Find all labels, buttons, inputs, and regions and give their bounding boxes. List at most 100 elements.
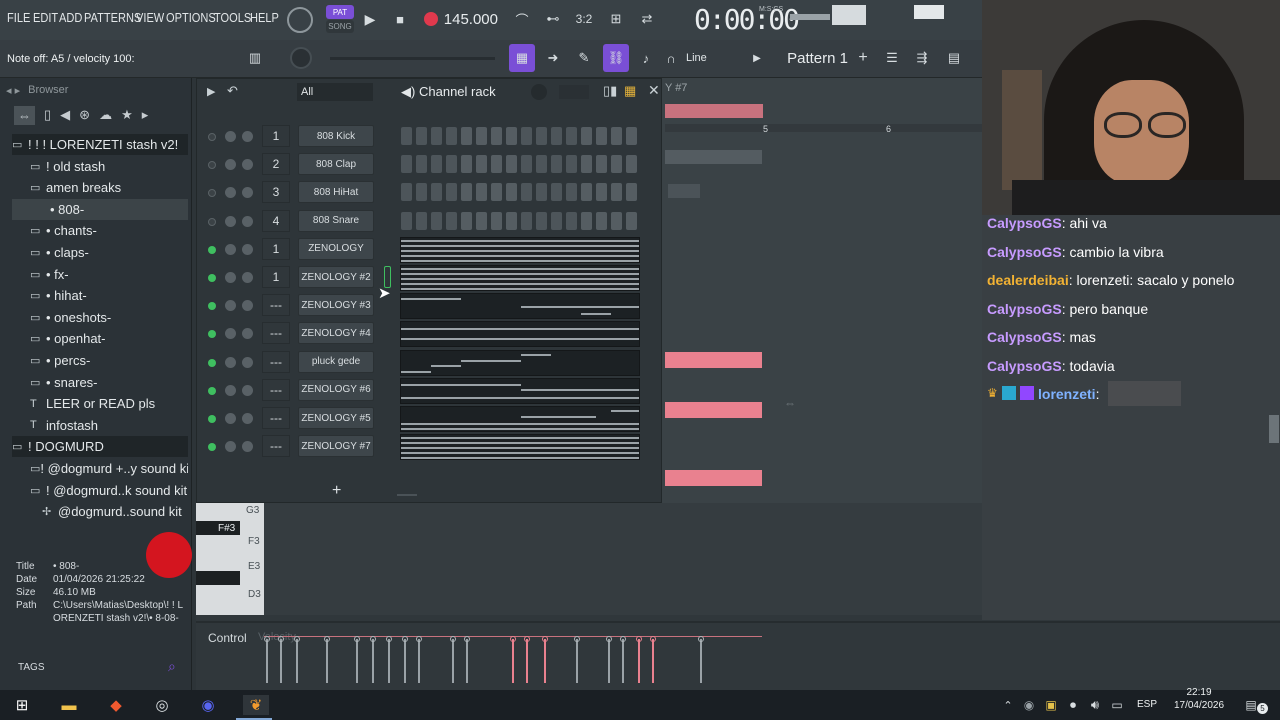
channel-pan-knob[interactable] xyxy=(225,441,236,453)
velocity-bar[interactable] xyxy=(452,639,454,683)
channel-name-button[interactable]: ZENOLOGY #6 xyxy=(298,378,374,401)
step-button[interactable] xyxy=(401,155,412,174)
channel-volume-knob[interactable] xyxy=(242,384,253,396)
channel-row[interactable]: --- ZENOLOGY #4 xyxy=(197,320,663,348)
channel-row[interactable]: 4 808 Snare xyxy=(197,208,663,236)
step-button[interactable] xyxy=(401,127,412,145)
metronome-icon[interactable]: ⌒ xyxy=(510,9,534,29)
browser-item[interactable]: ▭ • percs- xyxy=(12,350,188,371)
playlist-clip-small[interactable] xyxy=(668,184,700,198)
step-button[interactable] xyxy=(431,155,442,174)
step-button[interactable] xyxy=(416,127,427,145)
channel-mute-led[interactable] xyxy=(208,415,216,423)
channel-mute-led[interactable] xyxy=(208,386,216,395)
browser-item[interactable]: ▭ • hihat- xyxy=(12,285,188,306)
channel-mixer-track[interactable]: 1 xyxy=(262,266,290,288)
step-button[interactable] xyxy=(566,211,577,230)
step-button[interactable] xyxy=(401,183,412,202)
step-button[interactable] xyxy=(461,183,472,202)
countdown-icon[interactable]: 3:2 xyxy=(572,9,596,29)
velocity-bar[interactable] xyxy=(544,639,546,683)
step-button[interactable] xyxy=(536,155,547,174)
step-button[interactable] xyxy=(431,211,442,230)
step-button[interactable] xyxy=(551,127,562,145)
step-button[interactable] xyxy=(581,183,592,202)
velocity-bar[interactable] xyxy=(356,639,358,683)
menu-patterns[interactable]: PATTERNS xyxy=(84,10,141,25)
velocity-handle[interactable] xyxy=(278,636,284,642)
playlist-clip-gray[interactable] xyxy=(665,150,762,164)
chat-username[interactable]: CalypsoGS xyxy=(987,215,1062,231)
stop-button[interactable]: ■ xyxy=(390,9,410,29)
pencil-icon[interactable]: ✎ xyxy=(573,46,595,70)
channel-row[interactable]: --- ZENOLOGY #5 xyxy=(197,405,663,433)
browser-item[interactable]: T LEER or READ pls xyxy=(12,393,188,414)
channel-mixer-track[interactable]: 1 xyxy=(262,237,290,260)
pattern-prev-icon[interactable]: ▶ xyxy=(748,49,766,67)
channel-pan-knob[interactable] xyxy=(225,215,236,227)
velocity-bar[interactable] xyxy=(296,639,298,683)
channel-name-button[interactable]: ZENOLOGY #7 xyxy=(298,435,374,458)
menu-add[interactable]: ADD xyxy=(59,10,82,25)
channel-mixer-track[interactable]: --- xyxy=(262,350,290,373)
step-button[interactable] xyxy=(521,127,532,145)
channel-row[interactable]: --- ZENOLOGY #3 xyxy=(197,292,663,320)
pattern-select[interactable]: Pattern 1 xyxy=(768,47,848,69)
arrow-right-icon[interactable]: ➜ xyxy=(542,46,564,70)
step-button[interactable] xyxy=(536,183,547,202)
step-button[interactable] xyxy=(551,183,562,202)
mixer-icon[interactable]: ▤ xyxy=(942,47,966,69)
channel-mixer-track[interactable]: 4 xyxy=(262,209,290,232)
fl-studio-icon[interactable]: ❦ xyxy=(243,695,269,715)
step-button[interactable] xyxy=(476,211,487,230)
step-button[interactable] xyxy=(596,183,607,202)
pat-mode-button[interactable]: PAT xyxy=(326,5,354,19)
velocity-handle[interactable] xyxy=(294,636,300,642)
browser-nav-icon[interactable]: ◂ ▸ xyxy=(6,84,20,97)
channel-row[interactable]: 2 808 Clap xyxy=(197,151,663,179)
menu-edit[interactable]: EDIT xyxy=(33,10,58,25)
piano-roll-button[interactable]: ▦ xyxy=(509,44,535,72)
channel-mixer-track[interactable]: --- xyxy=(262,322,290,345)
channel-name-button[interactable]: ZENOLOGY #5 xyxy=(298,407,374,429)
channel-mute-led[interactable] xyxy=(208,358,216,367)
menu-view[interactable]: VIEW xyxy=(136,10,164,25)
song-mode-button[interactable]: SONG xyxy=(326,20,354,33)
channel-volume-knob[interactable] xyxy=(242,413,253,424)
channel-name-button[interactable]: ZENOLOGY #4 xyxy=(298,322,374,345)
playlist-timeline[interactable] xyxy=(665,124,982,132)
tray-app-icon[interactable]: ▣ xyxy=(1040,695,1062,715)
step-button[interactable] xyxy=(596,155,607,174)
channel-volume-knob[interactable] xyxy=(242,441,253,453)
channel-mute-led[interactable] xyxy=(208,217,216,226)
volume-icon[interactable]: 🔊︎ xyxy=(1084,695,1106,715)
record-button[interactable] xyxy=(424,12,438,26)
pianoroll-note[interactable] xyxy=(665,402,762,418)
pianoroll-note[interactable] xyxy=(665,352,762,368)
velocity-bar[interactable] xyxy=(372,639,374,683)
channel-name-button[interactable]: 808 Clap xyxy=(298,153,374,176)
velocity-handle[interactable] xyxy=(324,636,330,642)
chat-username[interactable]: CalypsoGS xyxy=(987,358,1062,374)
velocity-handle[interactable] xyxy=(416,636,422,642)
channel-name-button[interactable]: 808 Kick xyxy=(298,125,374,147)
chat-username[interactable]: CalypsoGS xyxy=(987,244,1062,260)
step-button[interactable] xyxy=(596,211,607,230)
star-icon[interactable]: ★ xyxy=(121,107,133,123)
menu-options[interactable]: OPTIONS xyxy=(166,10,216,25)
channel-mute-led[interactable] xyxy=(208,161,216,170)
channel-mixer-track[interactable]: --- xyxy=(262,407,290,429)
step-button[interactable] xyxy=(476,183,487,202)
channel-pan-knob[interactable] xyxy=(225,159,236,171)
channel-volume-knob[interactable] xyxy=(242,272,253,283)
play-button[interactable]: ▶ xyxy=(360,9,380,29)
step-button[interactable] xyxy=(581,211,592,230)
step-button[interactable] xyxy=(491,211,502,230)
rack-grid-icon[interactable]: ▦ xyxy=(624,83,636,99)
step-button[interactable] xyxy=(626,183,637,202)
browser-item[interactable]: • 808- xyxy=(12,198,188,220)
channel-name-button[interactable]: 808 Snare xyxy=(298,209,374,232)
network-icon[interactable]: ▭ xyxy=(1106,695,1128,715)
browser-item[interactable]: ▭ • openhat- xyxy=(12,328,188,349)
playlist-icon[interactable]: ☰ xyxy=(880,47,904,69)
